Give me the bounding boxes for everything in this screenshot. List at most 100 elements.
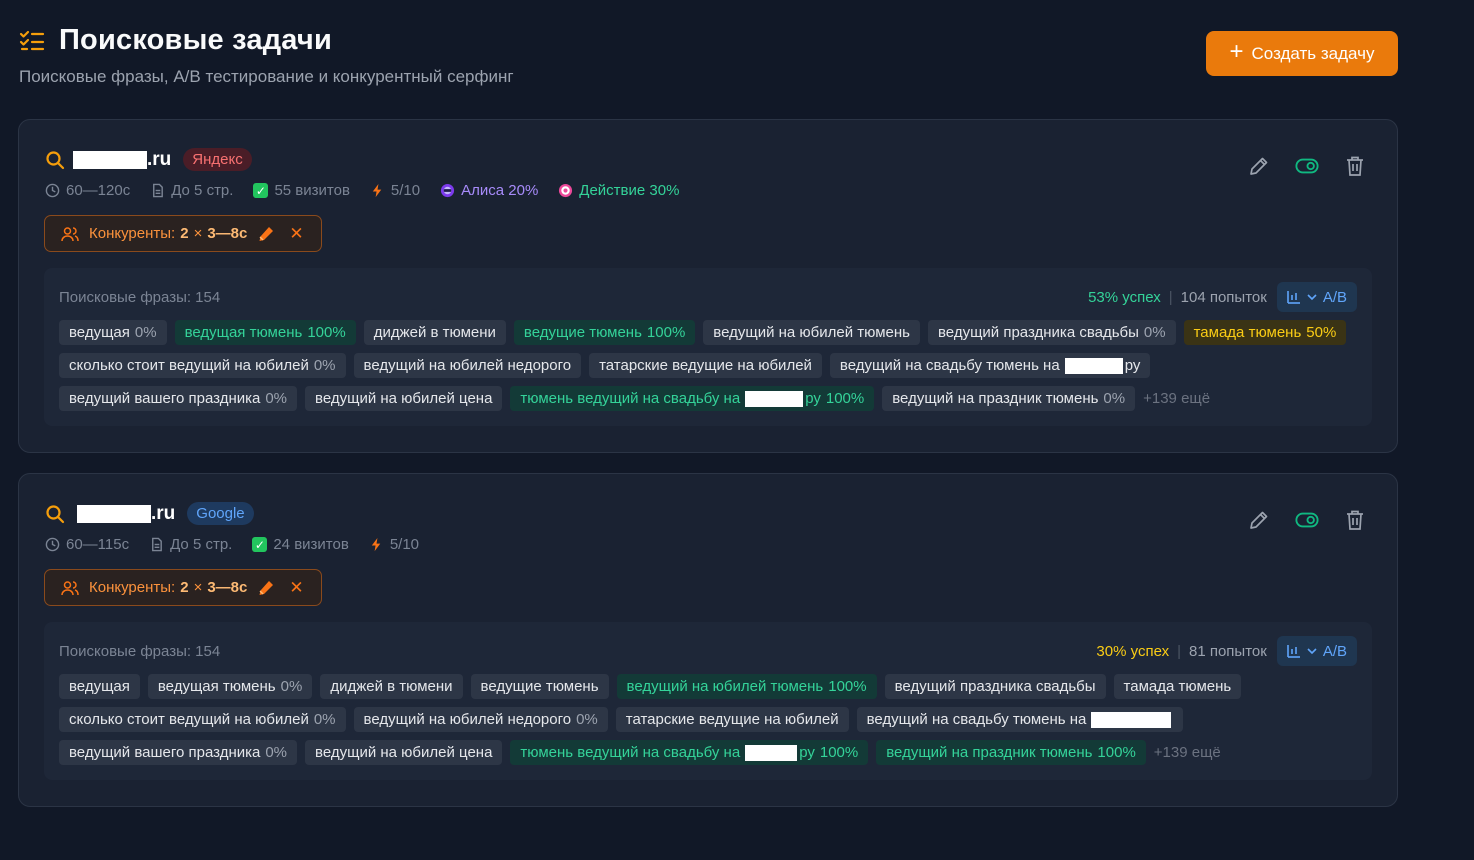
phrase-tag[interactable]: ведущий на юбилей цена <box>305 386 503 411</box>
attempts-count: 81 попыток <box>1188 642 1267 660</box>
pages-depth: До 5 стр. <box>171 182 234 199</box>
phrase-success-pct: 0% <box>1143 324 1166 341</box>
phrase-tag[interactable]: татарские ведущие на юбилей <box>615 707 849 732</box>
phrase-tag[interactable]: ведущие тюмень <box>470 674 609 699</box>
phrase-tag[interactable]: ведущие тюмень 100% <box>513 320 696 345</box>
phrase-tag[interactable]: ведущий на праздник тюмень 100% <box>876 740 1146 765</box>
trash-icon[interactable] <box>1343 154 1367 178</box>
phrase-suffix: ру <box>799 744 815 761</box>
edit-icon[interactable] <box>1247 508 1271 532</box>
phrase-tag[interactable]: ведущая <box>59 674 140 699</box>
phrase-tag[interactable]: ведущий вашего праздника 0% <box>59 386 298 411</box>
phrase-tag[interactable]: ведущий на свадьбу тюмень на <box>856 707 1184 732</box>
phrase-tag[interactable]: ведущая тюмень 100% <box>174 320 356 345</box>
phrase-tag[interactable]: диджей в тюмени <box>363 320 506 345</box>
threads-count: 5/10 <box>390 182 421 199</box>
competitors-chip[interactable]: Конкуренты: 2 × 3—8с ✕ <box>44 215 322 252</box>
phrase-text: ведущий на юбилей недорого <box>363 711 572 728</box>
time-range: 60—115с <box>66 536 130 553</box>
phrase-tag[interactable]: ведущий праздника свадьбы <box>884 674 1106 699</box>
phrase-tag[interactable]: тюмень ведущий на свадьбу на ру 100% <box>510 740 869 765</box>
phrase-success-pct: 100% <box>646 324 686 341</box>
phrase-tag[interactable]: ведущий на юбилей недорого <box>353 353 582 378</box>
lightning-icon <box>371 537 381 552</box>
trash-icon[interactable] <box>1343 508 1367 532</box>
chevron-down-icon <box>1307 294 1317 301</box>
ab-label: A/B <box>1322 288 1347 306</box>
users-icon <box>61 580 79 595</box>
phrase-text: ведущие тюмень <box>480 678 599 695</box>
phrase-success-pct: 0% <box>265 390 288 407</box>
toggle-icon[interactable] <box>1295 508 1319 532</box>
ab-label: A/B <box>1322 642 1347 660</box>
chevron-down-icon <box>1307 648 1317 655</box>
phrase-tag[interactable]: ведущая тюмень 0% <box>147 674 313 699</box>
competitors-chip[interactable]: Конкуренты: 2 × 3—8с ✕ <box>44 569 322 606</box>
remove-competitors-icon[interactable]: ✕ <box>289 224 303 244</box>
engine-badge: Яндекс <box>183 148 252 171</box>
redacted-domain <box>745 390 804 407</box>
phrase-tag[interactable]: ведущий на юбилей тюмень <box>703 320 920 345</box>
phrase-text: ведущий на юбилей тюмень <box>713 324 910 341</box>
phrase-success-pct: 50% <box>1306 324 1337 341</box>
phrase-text: диджей в тюмени <box>330 678 453 695</box>
phrase-success-pct: 100% <box>1097 744 1136 761</box>
phrase-text: татарские ведущие на юбилей <box>599 357 812 374</box>
edit-icon[interactable] <box>1247 154 1271 178</box>
phrase-tag[interactable]: ведущий на юбилей тюмень 100% <box>616 674 877 699</box>
threads-count: 5/10 <box>389 536 420 553</box>
redacted-domain <box>745 744 798 761</box>
phrase-text: ведущие тюмень <box>523 324 642 341</box>
phrase-text: сколько стоит ведущий на юбилей <box>69 357 309 374</box>
ab-test-button[interactable]: A/B <box>1276 282 1357 312</box>
phrase-tag[interactable]: сколько стоит ведущий на юбилей 0% <box>59 707 346 732</box>
ab-test-button[interactable]: A/B <box>1276 636 1357 666</box>
page-icon <box>153 183 164 198</box>
phrase-tag[interactable]: диджей в тюмени <box>320 674 463 699</box>
phrase-tag[interactable]: ведущая 0% <box>59 320 167 345</box>
redacted-domain <box>1091 711 1172 728</box>
stats-divider: | <box>1177 642 1181 660</box>
phrase-text: ведущий на юбилей недорого <box>363 357 572 374</box>
create-task-button[interactable]: + Создать задачу <box>1206 31 1398 76</box>
edit-competitors-icon[interactable] <box>257 579 275 597</box>
phrase-text: ведущий на праздник тюмень <box>886 744 1093 761</box>
target-icon <box>559 183 573 198</box>
task-domain[interactable]: .ru <box>73 149 171 171</box>
phrase-tag[interactable]: ведущий на юбилей недорого 0% <box>353 707 608 732</box>
phrase-tags: ведущая 0% ведущая тюмень 100% диджей в тюме… <box>59 320 1359 411</box>
phrase-tag[interactable]: ведущий праздника свадьбы 0% <box>928 320 1176 345</box>
competitors-times: × <box>193 579 203 596</box>
remove-competitors-icon[interactable]: ✕ <box>289 578 303 598</box>
phrase-text: ведущий праздника свадьбы <box>938 324 1139 341</box>
bar-chart-icon <box>1287 645 1300 658</box>
phrase-tag[interactable]: татарские ведущие на юбилей <box>589 353 822 378</box>
more-phrases-link[interactable]: +139 ещё <box>1154 740 1221 765</box>
task-list-icon <box>19 27 47 55</box>
redacted-domain <box>1064 357 1123 374</box>
more-phrases-link[interactable]: +139 ещё <box>1143 386 1210 411</box>
edit-competitors-icon[interactable] <box>257 225 275 243</box>
alisa-share: Алиса 20% <box>461 182 539 199</box>
phrase-tag[interactable]: ведущий на свадьбу тюмень на ру <box>829 353 1151 378</box>
phrase-tag[interactable]: ведущий на праздник тюмень 0% <box>882 386 1136 411</box>
phrase-text: ведущий вашего праздника <box>69 390 261 407</box>
users-icon <box>61 226 79 241</box>
phrase-tag[interactable]: сколько стоит ведущий на юбилей 0% <box>59 353 346 378</box>
time-range: 60—120с <box>66 182 131 199</box>
phrase-success-pct: 0% <box>576 711 598 728</box>
page-header: Поисковые задачи Поисковые фразы, A/B те… <box>19 24 1398 94</box>
phrase-tag[interactable]: ведущий вашего праздника 0% <box>59 740 298 765</box>
task-meta: 60—115с До 5 стр. ✓ 24 визитов 5/10 <box>45 536 419 553</box>
toggle-icon[interactable] <box>1295 154 1319 178</box>
search-icon <box>46 150 65 169</box>
alisa-icon <box>441 183 455 198</box>
task-domain[interactable]: .ru <box>73 503 175 525</box>
phrase-tag[interactable]: ведущий на юбилей цена <box>305 740 503 765</box>
phrases-panel: Поисковые фразы: 154 53% успех | 104 поп… <box>44 268 1372 426</box>
bar-chart-icon <box>1287 291 1300 304</box>
phrase-tag[interactable]: тамада тюмень 50% <box>1183 320 1347 345</box>
phrase-tag[interactable]: тамада тюмень <box>1113 674 1242 699</box>
task-card: .ru Яндекс 60—120с До 5 стр. ✓ 55 визитов… <box>18 119 1398 453</box>
phrase-tag[interactable]: тюмень ведущий на свадьбу на ру 100% <box>510 386 875 411</box>
